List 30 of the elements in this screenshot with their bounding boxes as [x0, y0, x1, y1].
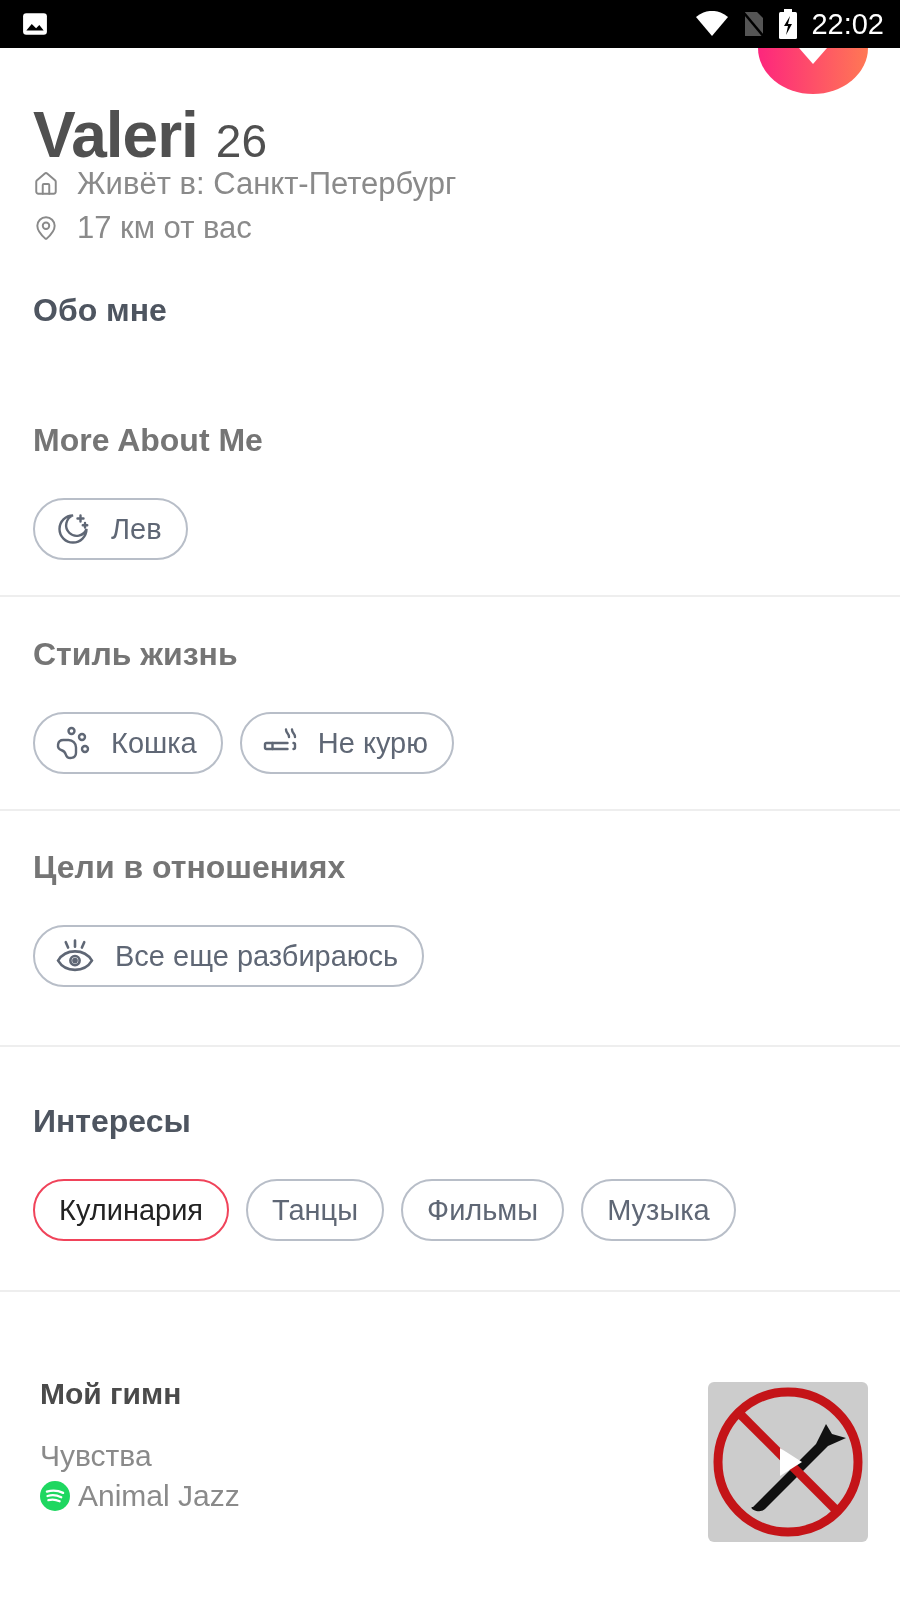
anthem-heading: Мой гимн — [40, 1376, 183, 1412]
house-icon — [33, 171, 59, 197]
distance-text: 17 км от вас — [77, 210, 252, 246]
profile-age: 26 — [215, 114, 267, 168]
info-chip: Лев — [33, 498, 188, 560]
image-icon — [22, 11, 48, 37]
paw-icon — [55, 725, 91, 761]
interest-chip: Музыка — [581, 1179, 736, 1241]
section-heading: Обо мне — [33, 291, 168, 330]
interest-chip: Танцы — [246, 1179, 385, 1241]
interest-chip: Фильмы — [401, 1179, 565, 1241]
interest-chip: Кулинария — [33, 1179, 230, 1241]
info-chip: Не курю — [239, 712, 454, 774]
wifi-icon — [695, 11, 730, 37]
no-sim-icon — [743, 10, 766, 38]
section-heading: Стиль жизнь — [33, 635, 239, 674]
album-cover-drawing[interactable] — [708, 1382, 868, 1542]
info-chip: Кошка — [33, 712, 223, 774]
section-heading: Интересы — [33, 1102, 192, 1141]
info-chip: Все еще разбираюсь — [33, 925, 425, 987]
moon-icon — [55, 511, 91, 547]
section-heading: Цели в отношениях — [33, 848, 347, 887]
spotify-icon — [40, 1481, 70, 1511]
section-heading: More About Me — [33, 421, 264, 460]
battery-charging-icon — [779, 9, 798, 39]
location-pin-icon — [33, 215, 59, 241]
artist-name: Animal Jazz — [78, 1479, 240, 1513]
song-title: Чувства — [40, 1438, 153, 1474]
chevron-icon — [799, 48, 827, 64]
clock-time: 22:02 — [811, 7, 884, 41]
